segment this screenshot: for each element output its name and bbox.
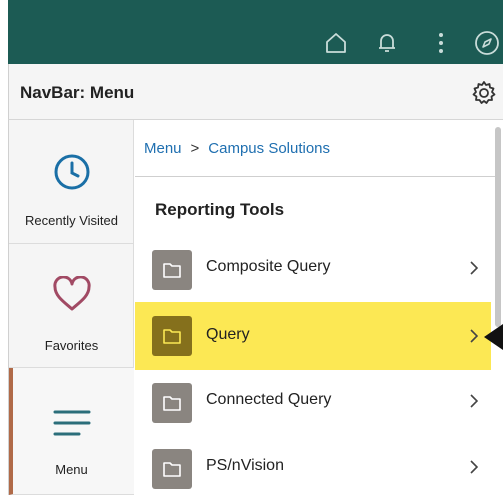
menu-lines-icon [9,408,134,438]
navbar-header: NavBar: Menu [8,64,503,120]
menu-row-query[interactable]: Query [135,302,491,370]
chevron-right-icon [470,261,479,280]
chevron-right-icon [470,394,479,413]
section-title: Reporting Tools [155,200,285,219]
folder-icon [152,316,192,356]
scrollbar[interactable] [495,127,501,327]
clock-icon [9,153,134,191]
heart-icon [9,276,134,312]
menu-row-label: PS/nVision [206,457,284,474]
pointer-arrow-icon [484,324,503,350]
chevron-right-icon [470,329,479,348]
menu-row-label: Query [206,326,250,343]
folder-icon [152,250,192,290]
menu-content: Menu > Campus Solutions Reporting Tools … [135,120,503,495]
sidebar-item-recently-visited[interactable]: Recently Visited [9,120,134,244]
folder-icon [152,449,192,489]
sidebar-item-label: Favorites [44,338,99,353]
top-banner [8,0,503,64]
sidebar-item-menu[interactable]: Menu [9,368,134,495]
more-vertical-icon[interactable] [428,28,454,58]
menu-row-label: Composite Query [206,258,331,275]
compass-icon[interactable] [474,28,500,58]
sidebar-item-label: Menu [55,462,88,477]
breadcrumb-divider [135,176,495,177]
breadcrumb-separator: > [190,140,200,157]
sidebar-item-label: Recently Visited [25,213,118,228]
chevron-right-icon [470,460,479,479]
sidebar-item-favorites[interactable]: Favorites [9,244,134,368]
menu-row-ps-nvision[interactable]: PS/nVision [135,436,491,495]
folder-icon [152,383,192,423]
menu-row-label: Connected Query [206,391,332,408]
navbar-sidebar: Recently Visited Favorites Menu [8,120,134,495]
breadcrumb-link-campus-solutions[interactable]: Campus Solutions [208,140,330,157]
breadcrumb: Menu > Campus Solutions [144,140,330,157]
gear-icon[interactable] [471,80,497,106]
navbar-title: NavBar: Menu [20,83,135,102]
home-icon[interactable] [323,28,349,58]
menu-row-connected-query[interactable]: Connected Query [135,370,491,434]
bell-icon[interactable] [374,28,400,58]
breadcrumb-link-menu[interactable]: Menu [144,140,182,157]
menu-row-composite-query[interactable]: Composite Query [135,237,491,301]
